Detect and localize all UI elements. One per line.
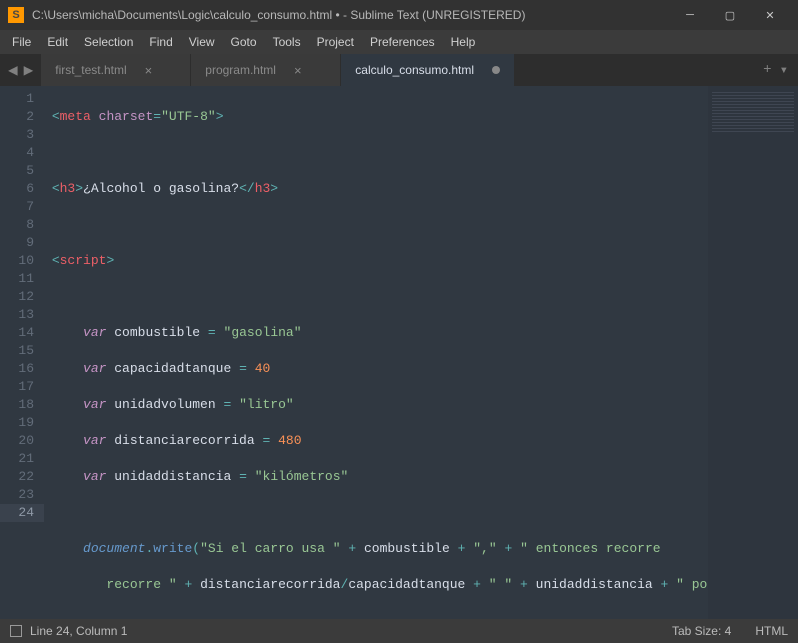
menu-project[interactable]: Project xyxy=(309,35,362,49)
tab-label: first_test.html xyxy=(55,63,126,77)
menu-help[interactable]: Help xyxy=(443,35,484,49)
tab-actions: + ▾ xyxy=(753,54,798,86)
line-number: 16 xyxy=(0,360,34,378)
tab-size-indicator[interactable]: Tab Size: 4 xyxy=(672,624,731,638)
code-area[interactable]: <meta charset="UTF-8"> <h3>¿Alcohol o ga… xyxy=(44,86,708,619)
line-number: 6 xyxy=(0,180,34,198)
tab-label: program.html xyxy=(205,63,276,77)
minimize-button[interactable]: ─ xyxy=(670,0,710,30)
window-title: C:\Users\micha\Documents\Logic\calculo_c… xyxy=(32,8,670,22)
tab-first-test[interactable]: first_test.html × xyxy=(41,54,191,86)
cursor-position[interactable]: Line 24, Column 1 xyxy=(30,624,127,638)
line-number: 12 xyxy=(0,288,34,306)
line-number: 3 xyxy=(0,126,34,144)
close-icon[interactable]: × xyxy=(294,63,302,78)
line-number: 8 xyxy=(0,216,34,234)
line-number: 10 xyxy=(0,252,34,270)
menu-view[interactable]: View xyxy=(181,35,223,49)
line-number: 22 xyxy=(0,468,34,486)
app-icon: S xyxy=(8,7,24,23)
menu-tools[interactable]: Tools xyxy=(265,35,309,49)
new-tab-button[interactable]: + xyxy=(763,62,771,78)
panel-switcher-icon[interactable] xyxy=(10,625,22,637)
line-number: 4 xyxy=(0,144,34,162)
tab-history-nav: ◀ ▶ xyxy=(0,54,41,86)
line-number: 9 xyxy=(0,234,34,252)
syntax-indicator[interactable]: HTML xyxy=(755,624,788,638)
line-number: 17 xyxy=(0,378,34,396)
minimap-preview xyxy=(712,92,794,132)
line-number: 15 xyxy=(0,342,34,360)
line-number: 23 xyxy=(0,486,34,504)
dirty-indicator-icon xyxy=(492,66,500,74)
nav-back-icon[interactable]: ◀ xyxy=(8,60,18,80)
menu-selection[interactable]: Selection xyxy=(76,35,141,49)
close-button[interactable]: ✕ xyxy=(750,0,790,30)
line-number: 7 xyxy=(0,198,34,216)
tab-bar: ◀ ▶ first_test.html × program.html × cal… xyxy=(0,54,798,86)
maximize-button[interactable]: ▢ xyxy=(710,0,750,30)
minimap[interactable] xyxy=(708,86,798,619)
line-gutter: 1 2 3 4 5 6 7 8 9 10 11 12 13 14 15 16 1… xyxy=(0,86,44,619)
line-number: 21 xyxy=(0,450,34,468)
line-number: 14 xyxy=(0,324,34,342)
nav-forward-icon[interactable]: ▶ xyxy=(24,60,34,80)
tab-program[interactable]: program.html × xyxy=(191,54,341,86)
tab-menu-icon[interactable]: ▾ xyxy=(780,62,788,79)
menu-find[interactable]: Find xyxy=(141,35,180,49)
line-number: 24 xyxy=(0,504,44,522)
line-number: 11 xyxy=(0,270,34,288)
menu-goto[interactable]: Goto xyxy=(223,35,265,49)
line-number: 13 xyxy=(0,306,34,324)
line-number: 2 xyxy=(0,108,34,126)
tab-list: first_test.html × program.html × calculo… xyxy=(41,54,753,86)
window-controls: ─ ▢ ✕ xyxy=(670,0,790,30)
tab-label: calculo_consumo.html xyxy=(355,63,474,77)
line-number: 20 xyxy=(0,432,34,450)
statusbar: Line 24, Column 1 Tab Size: 4 HTML xyxy=(0,619,798,643)
line-number: 18 xyxy=(0,396,34,414)
titlebar: S C:\Users\micha\Documents\Logic\calculo… xyxy=(0,0,798,30)
editor[interactable]: 1 2 3 4 5 6 7 8 9 10 11 12 13 14 15 16 1… xyxy=(0,86,798,619)
menu-file[interactable]: File xyxy=(4,35,39,49)
line-number: 1 xyxy=(0,90,34,108)
menu-preferences[interactable]: Preferences xyxy=(362,35,443,49)
menu-edit[interactable]: Edit xyxy=(39,35,76,49)
tab-calculo-consumo[interactable]: calculo_consumo.html xyxy=(341,54,515,86)
line-number: 19 xyxy=(0,414,34,432)
menubar: File Edit Selection Find View Goto Tools… xyxy=(0,30,798,54)
close-icon[interactable]: × xyxy=(145,63,153,78)
line-number: 5 xyxy=(0,162,34,180)
